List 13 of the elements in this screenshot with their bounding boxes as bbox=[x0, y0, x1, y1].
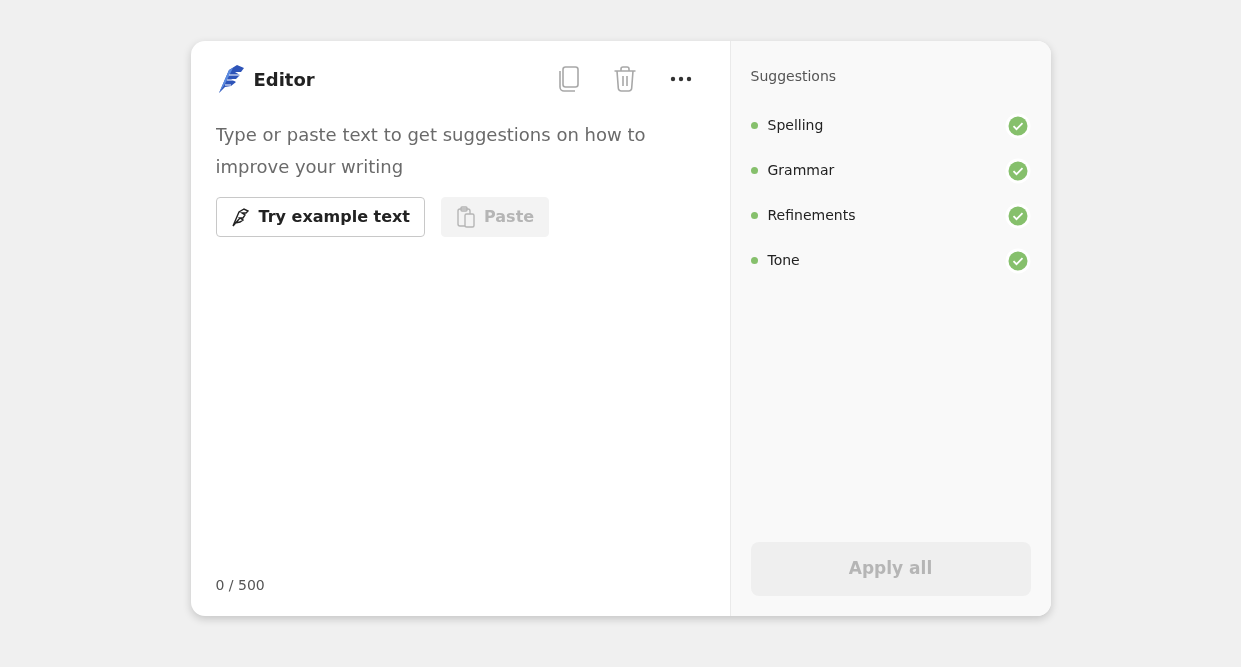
trash-icon bbox=[612, 66, 637, 92]
suggestion-label: Tone bbox=[767, 251, 800, 270]
pen-icon bbox=[230, 207, 251, 227]
copy-icon bbox=[556, 65, 581, 93]
suggestion-label: Spelling bbox=[767, 116, 824, 135]
example-text-button[interactable]: Try example text bbox=[215, 197, 425, 237]
editor-title: Editor bbox=[253, 67, 315, 92]
clipboard-icon bbox=[456, 206, 476, 228]
suggestion-label: Grammar bbox=[767, 161, 835, 180]
more-icon bbox=[669, 76, 692, 82]
suggestion-label: Refinements bbox=[767, 206, 856, 225]
suggestions-heading: Suggestions bbox=[750, 67, 838, 86]
character-counter: 0 / 500 bbox=[215, 576, 266, 595]
